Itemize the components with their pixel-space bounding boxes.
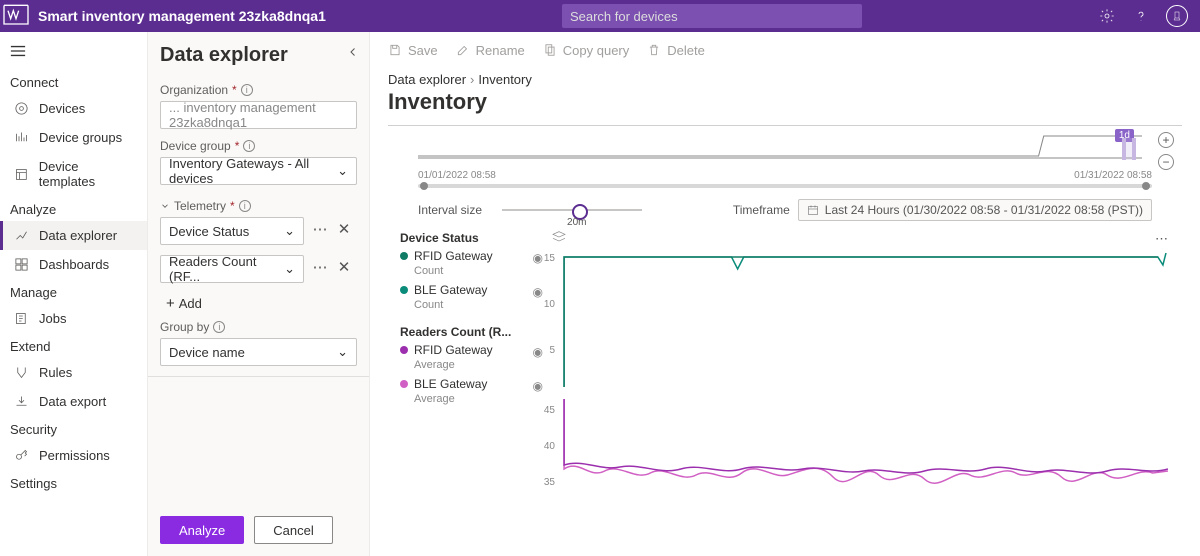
nav-item-devices[interactable]: Devices: [0, 94, 147, 123]
chart-plot[interactable]: ⋯ 15 10 5 45 40 35: [529, 229, 1172, 411]
timeline-end: 01/31/2022 08:58: [1074, 170, 1152, 181]
copy-query-button[interactable]: Copy query: [543, 43, 629, 58]
overview-timeline[interactable]: 1d: [418, 130, 1142, 170]
breadcrumb: Data explorer›Inventory: [370, 68, 1200, 87]
info-icon[interactable]: i: [239, 200, 251, 212]
timeframe-label: Timeframe: [733, 203, 790, 217]
org-select[interactable]: ... inventory management 23zka8dnqa1: [160, 101, 357, 129]
nav-item-device-groups[interactable]: Device groups: [0, 123, 147, 152]
breadcrumb-leaf: Inventory: [478, 72, 531, 87]
chevron-down-icon: ⌄: [284, 261, 295, 277]
account-icon[interactable]: [1166, 5, 1188, 27]
add-telemetry-button[interactable]: +Add: [160, 291, 357, 316]
nav-section-analyze: Analyze: [0, 196, 147, 221]
chevron-down-icon: ⌄: [337, 163, 348, 179]
waffle-icon[interactable]: [0, 0, 32, 32]
save-button[interactable]: Save: [388, 43, 438, 58]
delete-button[interactable]: Delete: [647, 43, 705, 58]
interval-label: Interval size: [418, 203, 482, 217]
readers-count-chart: [559, 399, 1168, 509]
chevron-down-icon: ⌄: [337, 344, 348, 360]
nav-section-extend: Extend: [0, 333, 147, 358]
device-group-label: Device group*i: [160, 139, 357, 153]
interval-value: 20m: [567, 217, 586, 228]
telemetry-select-2[interactable]: Readers Count (RF...⌄: [160, 255, 304, 283]
breadcrumb-root[interactable]: Data explorer: [388, 72, 466, 87]
page-title: Inventory: [370, 87, 1200, 125]
telemetry-select-1[interactable]: Device Status⌄: [160, 217, 304, 245]
nav-item-device-templates[interactable]: Device templates: [0, 152, 147, 196]
interval-slider[interactable]: [502, 209, 642, 211]
device-status-chart: [559, 247, 1168, 387]
nav-item-dashboards[interactable]: Dashboards: [0, 250, 147, 279]
analyze-button[interactable]: Analyze: [160, 516, 244, 544]
more-icon[interactable]: ⋯: [1155, 231, 1168, 247]
scrub-thumb-end[interactable]: [1142, 182, 1150, 190]
legend-heading-readers-count: Readers Count (R...: [400, 325, 529, 339]
legend-item[interactable]: BLE Gateway◉: [400, 377, 529, 391]
nav-item-permissions[interactable]: Permissions: [0, 441, 147, 470]
more-icon[interactable]: ⋯: [312, 258, 328, 276]
nav-item-jobs[interactable]: Jobs: [0, 304, 147, 333]
timeline-start: 01/01/2022 08:58: [418, 170, 496, 181]
legend-heading-device-status: Device Status: [400, 231, 529, 245]
scrub-thumb-start[interactable]: [420, 182, 428, 190]
gear-icon[interactable]: [1098, 7, 1116, 25]
info-icon[interactable]: i: [241, 84, 253, 96]
nav-section-settings: Settings: [0, 470, 147, 495]
cancel-button[interactable]: Cancel: [254, 516, 332, 544]
groupby-select[interactable]: Device name⌄: [160, 338, 357, 366]
nav-item-data-export[interactable]: Data export: [0, 387, 147, 416]
device-group-select[interactable]: Inventory Gateways - All devices⌄: [160, 157, 357, 185]
panel-title: Data explorer: [160, 44, 357, 67]
info-icon[interactable]: i: [243, 140, 255, 152]
telemetry-label: Telemetry*i: [160, 199, 357, 213]
more-icon[interactable]: ⋯: [312, 220, 328, 238]
layers-icon[interactable]: [551, 229, 567, 248]
legend-item[interactable]: RFID Gateway◉: [400, 343, 529, 357]
range-handle[interactable]: [1122, 138, 1136, 160]
close-icon[interactable]: ✕: [336, 258, 352, 276]
zoom-out-button[interactable]: −: [1158, 154, 1174, 170]
search-input[interactable]: Search for devices: [562, 4, 862, 28]
close-icon[interactable]: ✕: [336, 220, 352, 238]
hamburger-icon[interactable]: [0, 40, 147, 69]
help-icon[interactable]: [1132, 7, 1150, 25]
timeline-scrubber[interactable]: [418, 183, 1152, 189]
info-icon[interactable]: i: [213, 321, 225, 333]
nav-item-rules[interactable]: Rules: [0, 358, 147, 387]
app-title: Smart inventory management 23zka8dnqa1: [38, 8, 326, 24]
groupby-label: Group byi: [160, 320, 357, 334]
nav-item-data-explorer[interactable]: Data explorer: [0, 221, 147, 250]
rename-button[interactable]: Rename: [456, 43, 525, 58]
zoom-in-button[interactable]: +: [1158, 132, 1174, 148]
collapse-icon[interactable]: [347, 46, 359, 61]
legend-item[interactable]: RFID Gateway◉: [400, 249, 529, 263]
nav-section-connect: Connect: [0, 69, 147, 94]
chevron-down-icon: ⌄: [284, 223, 295, 239]
timeframe-picker[interactable]: Last 24 Hours (01/30/2022 08:58 - 01/31/…: [798, 199, 1152, 221]
nav-section-manage: Manage: [0, 279, 147, 304]
legend-item[interactable]: BLE Gateway◉: [400, 283, 529, 297]
nav-section-security: Security: [0, 416, 147, 441]
org-label: Organization*i: [160, 83, 357, 97]
